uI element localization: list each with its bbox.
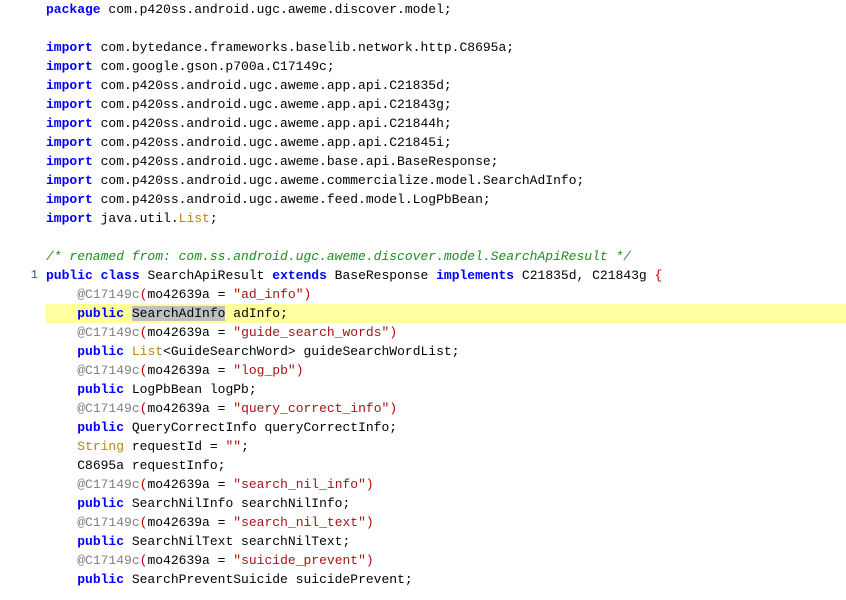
text-selection: SearchAdInfo <box>132 306 226 321</box>
annotation: @C17149c(mo42639a = "ad_info") <box>46 285 846 304</box>
import-stmt: import com.p420ss.android.ugc.aweme.comm… <box>46 171 846 190</box>
annotation: @C17149c(mo42639a = "suicide_prevent") <box>46 551 846 570</box>
import-stmt: import com.p420ss.android.ugc.aweme.app.… <box>46 95 846 114</box>
renamed-comment: /* renamed from: com.ss.android.ugc.awem… <box>46 247 846 266</box>
field-decl-highlighted: public SearchAdInfo adInfo; <box>46 304 846 323</box>
code-area[interactable]: package com.p420ss.android.ugc.aweme.dis… <box>44 0 846 589</box>
field-decl: public QueryCorrectInfo queryCorrectInfo… <box>46 418 846 437</box>
field-decl: String requestId = ""; <box>46 437 846 456</box>
import-stmt: import java.util.List; <box>46 209 846 228</box>
field-decl: public SearchNilInfo searchNilInfo; <box>46 494 846 513</box>
import-stmt: import com.p420ss.android.ugc.aweme.app.… <box>46 133 846 152</box>
annotation: @C17149c(mo42639a = "guide_search_words"… <box>46 323 846 342</box>
field-decl: public SearchNilText searchNilText; <box>46 532 846 551</box>
import-stmt: import com.google.gson.p700a.C17149c; <box>46 57 846 76</box>
import-stmt: import com.p420ss.android.ugc.aweme.app.… <box>46 114 846 133</box>
import-stmt: import com.p420ss.android.ugc.aweme.feed… <box>46 190 846 209</box>
import-stmt: import com.p420ss.android.ugc.aweme.base… <box>46 152 846 171</box>
annotation: @C17149c(mo42639a = "search_nil_info") <box>46 475 846 494</box>
import-stmt: import com.p420ss.android.ugc.aweme.app.… <box>46 76 846 95</box>
field-decl: public List<GuideSearchWord> guideSearch… <box>46 342 846 361</box>
line-gutter: 1 <box>0 0 44 589</box>
field-decl: C8695a requestInfo; <box>46 456 846 475</box>
class-declaration: public class SearchApiResult extends Bas… <box>46 266 846 285</box>
annotation: @C17149c(mo42639a = "log_pb") <box>46 361 846 380</box>
package-decl: package com.p420ss.android.ugc.aweme.dis… <box>46 0 846 19</box>
field-decl: public SearchPreventSuicide suicidePreve… <box>46 570 846 589</box>
annotation: @C17149c(mo42639a = "search_nil_text") <box>46 513 846 532</box>
field-decl: public LogPbBean logPb; <box>46 380 846 399</box>
import-stmt: import com.bytedance.frameworks.baselib.… <box>46 38 846 57</box>
annotation: @C17149c(mo42639a = "query_correct_info"… <box>46 399 846 418</box>
usage-indicator[interactable]: 1 <box>0 266 38 285</box>
code-editor[interactable]: 1 package com.p420ss.android.ugc.aweme.d… <box>0 0 846 589</box>
